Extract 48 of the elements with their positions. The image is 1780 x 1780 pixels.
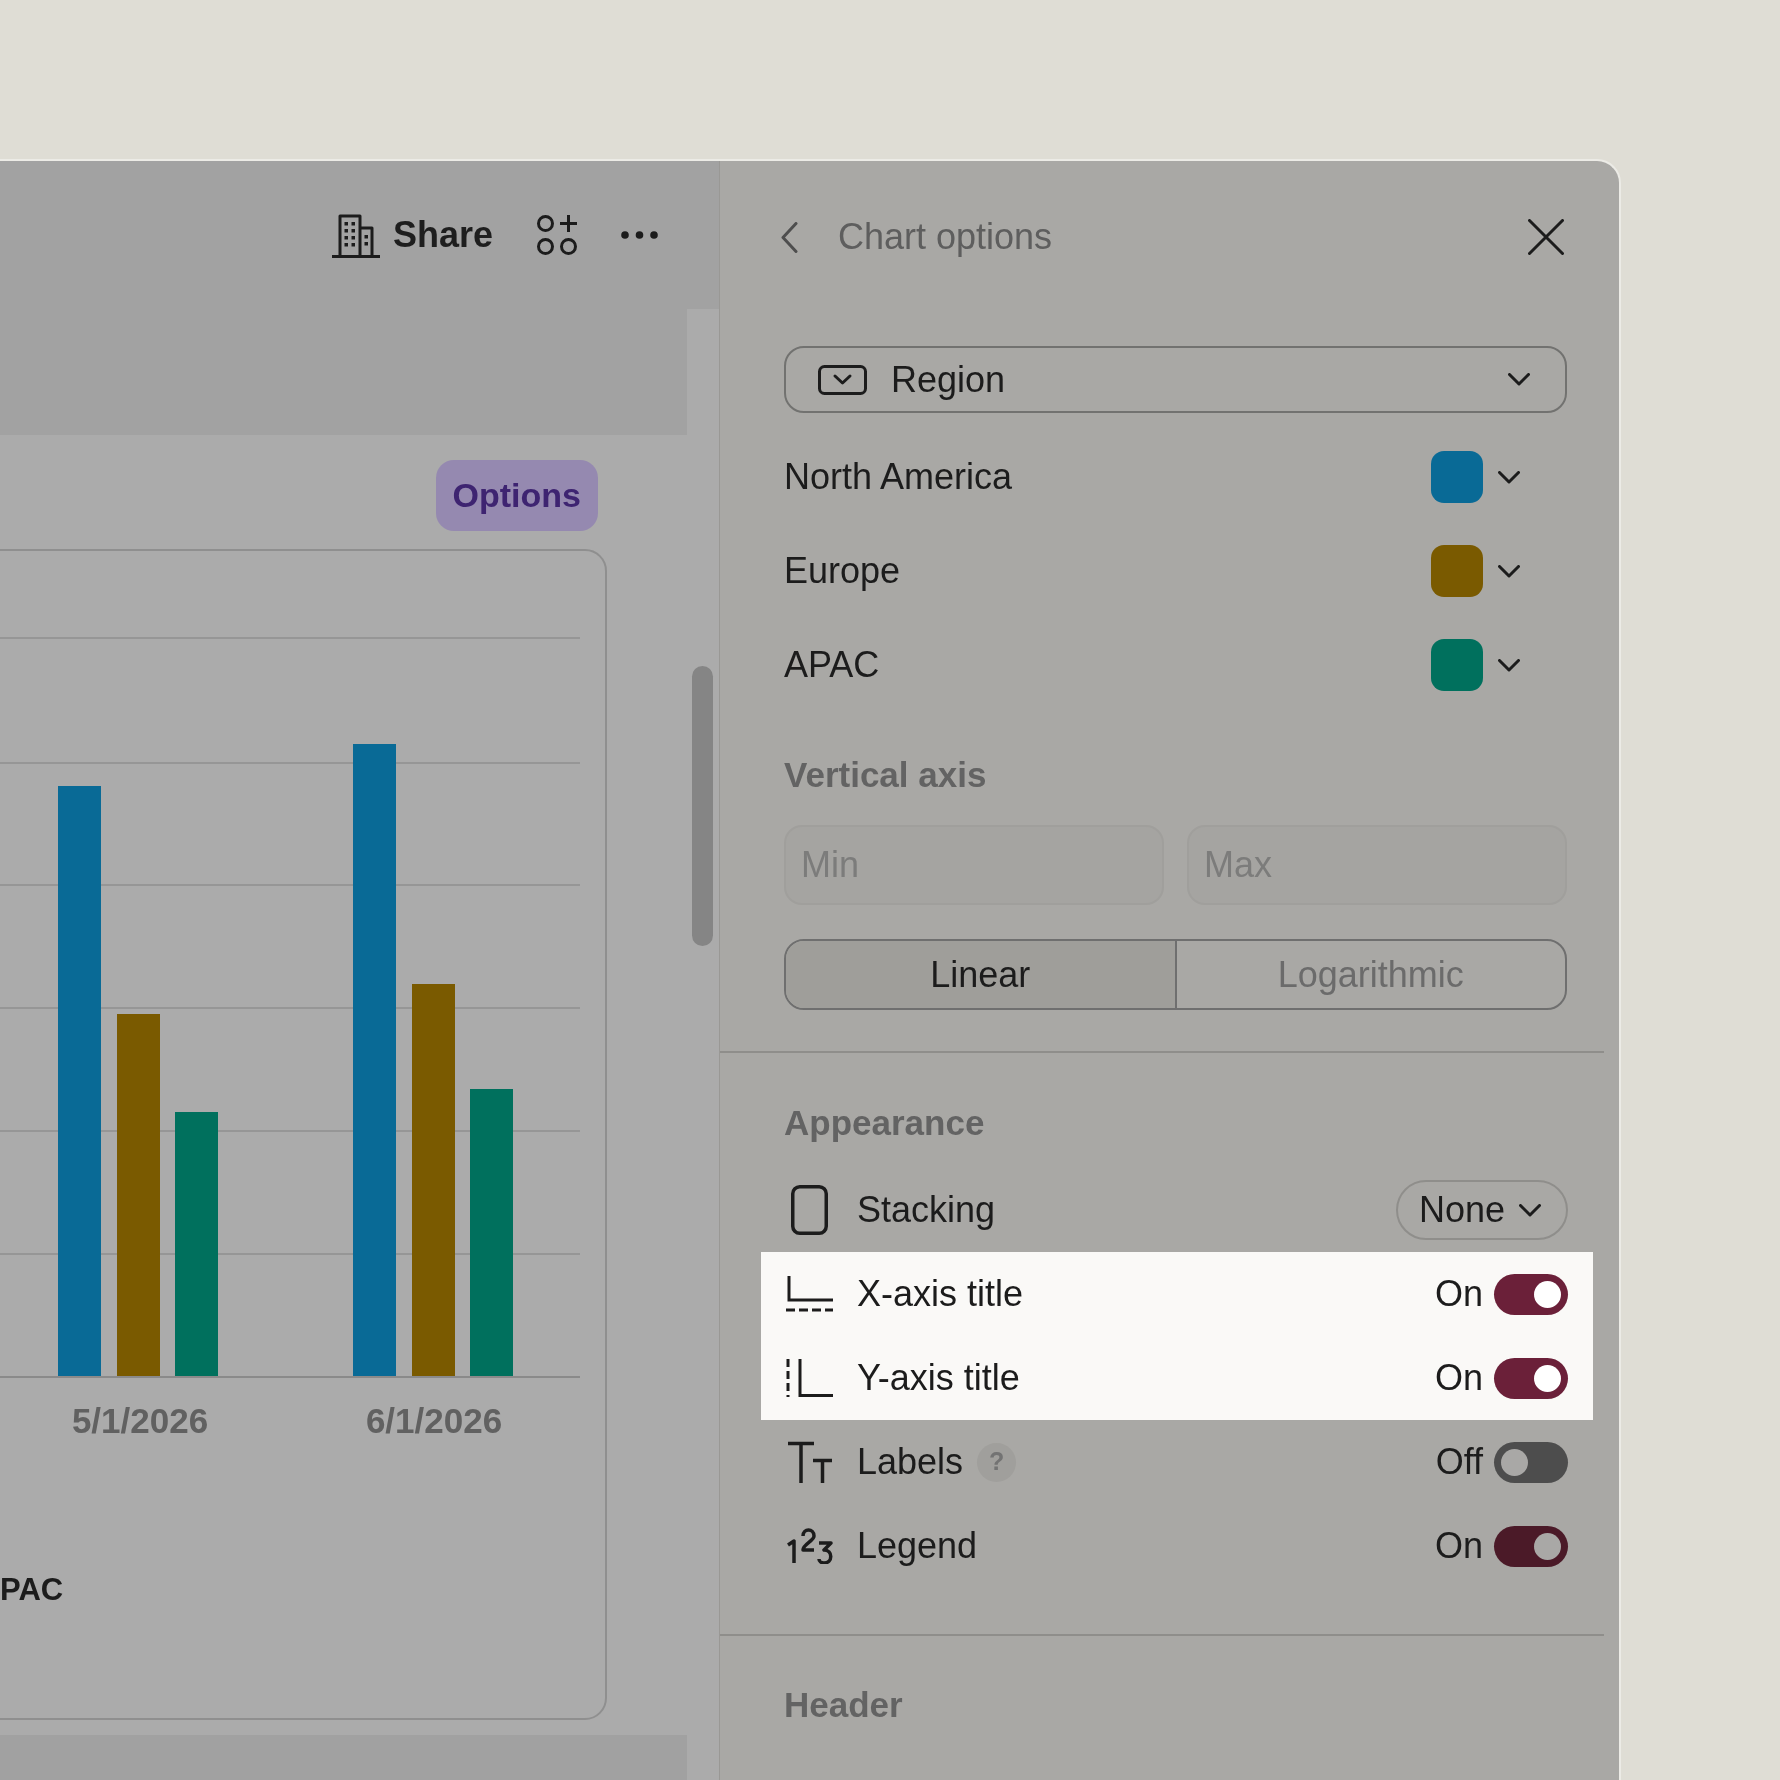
- series-name: APAC: [784, 643, 880, 687]
- back-icon[interactable]: [781, 221, 798, 253]
- close-icon[interactable]: [1528, 219, 1564, 255]
- scrollbar-thumb[interactable]: [692, 666, 713, 946]
- chevron-down-icon[interactable]: [1498, 658, 1520, 672]
- options-button[interactable]: Options: [435, 460, 598, 531]
- setting-label: Legend: [857, 1524, 978, 1568]
- section-heading: Vertical axis: [784, 754, 988, 796]
- toggle-status: On: [1434, 1356, 1483, 1400]
- scale-tab[interactable]: Linear: [786, 941, 1175, 1008]
- toggle-switch[interactable]: [1494, 1357, 1568, 1399]
- building-icon: [331, 212, 380, 258]
- share-button[interactable]: Share: [331, 207, 493, 263]
- series-name: North America: [784, 455, 1013, 499]
- section-heading: Header: [784, 1684, 904, 1726]
- select-button[interactable]: None: [1395, 1180, 1568, 1240]
- x-axis-icon: [786, 1276, 833, 1312]
- chevron-down-icon[interactable]: [1519, 1203, 1541, 1217]
- axis-label: 5/1/2026: [71, 1400, 209, 1440]
- panel-title: Chart options: [838, 215, 1053, 259]
- legend-label: PAC: [0, 1571, 64, 1607]
- setting-label: Labels: [857, 1440, 964, 1484]
- toggle-switch[interactable]: [1494, 1441, 1568, 1483]
- color-swatch-icon[interactable]: [1431, 451, 1483, 503]
- dropdown[interactable]: Region: [784, 346, 1567, 413]
- setting-label: X-axis title: [857, 1272, 1024, 1316]
- y-axis-icon: [786, 1359, 833, 1397]
- rounded-rectangle-icon: [791, 1185, 828, 1235]
- series-name: Europe: [784, 549, 901, 593]
- color-swatch-icon[interactable]: [1431, 545, 1483, 597]
- toggle-switch[interactable]: [1494, 1273, 1568, 1315]
- text-size-icon: [787, 1441, 832, 1483]
- chevron-down-icon[interactable]: [1498, 470, 1520, 484]
- axis-label: 6/1/2026: [365, 1400, 503, 1440]
- select-box-icon: [818, 364, 867, 395]
- toggle-switch[interactable]: [1494, 1525, 1568, 1567]
- setting-label: Stacking: [857, 1188, 996, 1232]
- more-icon[interactable]: [621, 231, 658, 239]
- toggle-status: On: [1434, 1272, 1483, 1316]
- toggle-status: On: [1434, 1524, 1483, 1568]
- chevron-down-icon[interactable]: [1498, 564, 1520, 578]
- add-shapes-icon[interactable]: [537, 215, 577, 255]
- toggle-status: Off: [1435, 1440, 1483, 1484]
- numbers-icon: [786, 1528, 833, 1564]
- section-heading: Appearance: [784, 1102, 986, 1144]
- setting-label: Y-axis title: [857, 1356, 1020, 1400]
- chevron-down-icon[interactable]: [1508, 373, 1530, 386]
- color-swatch-icon[interactable]: [1431, 639, 1483, 691]
